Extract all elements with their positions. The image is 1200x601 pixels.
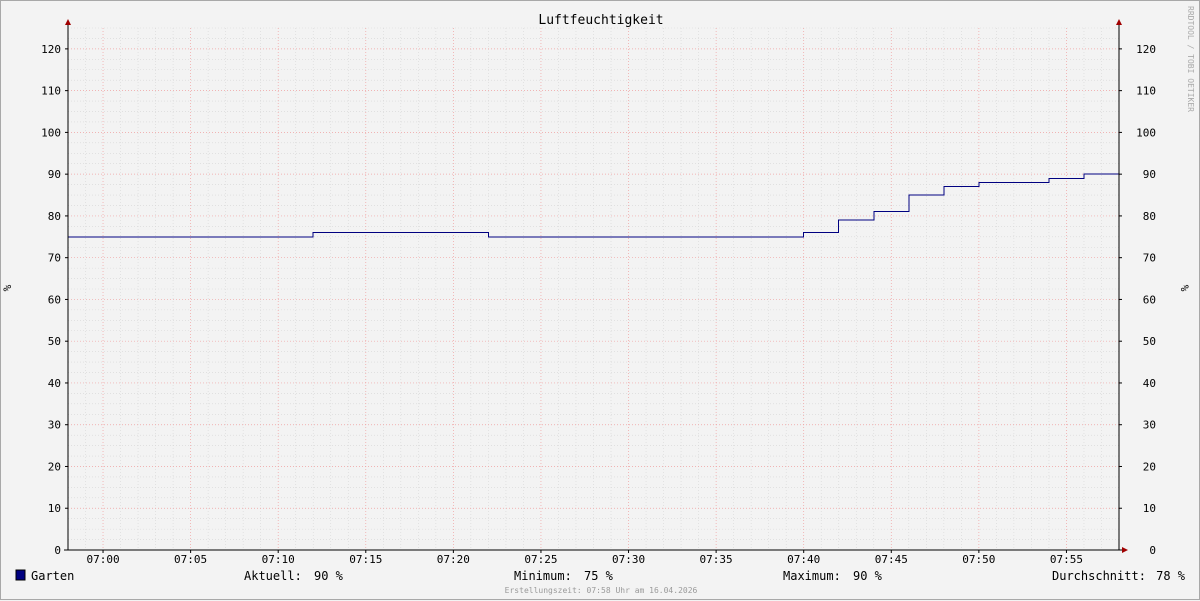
legend-min-label: Minimum: [514,569,572,583]
x-tick-label: 07:20 [437,553,470,566]
y-tick-label-right: 120 [1136,43,1156,56]
y-tick-label-right: 30 [1143,419,1156,432]
legend-avg-value: 78 % [1156,569,1186,583]
y-axis-left-arrow [65,19,71,25]
legend-avg-label: Durchschnitt: [1052,569,1146,583]
y-axis-label-right: % [1178,285,1191,292]
y-tick-label-right: 0 [1149,544,1156,557]
x-tick-label: 07:55 [1050,553,1083,566]
y-tick-label-left: 90 [48,168,61,181]
y-tick-label-left: 10 [48,502,61,515]
y-tick-label-left: 70 [48,252,61,265]
chart-container: Luftfeuchtigkeit RRDTOOL / TOBI OETIKER … [0,0,1200,600]
y-tick-label-left: 110 [41,85,61,98]
y-tick-label-right: 50 [1143,335,1156,348]
y-axis-right-arrow [1116,19,1122,25]
y-tick-label-right: 70 [1143,252,1156,265]
x-axis-arrow [1122,547,1128,553]
axes [64,19,1128,553]
x-tick-label: 07:25 [524,553,557,566]
y-tick-label-right: 60 [1143,293,1156,306]
x-tick-label: 07:45 [875,553,908,566]
y-tick-label-right: 90 [1143,168,1156,181]
y-tick-label-left: 100 [41,126,61,139]
legend-max-value: 90 % [853,569,883,583]
chart-title: Luftfeuchtigkeit [538,13,663,28]
x-tick-label: 07:35 [700,553,733,566]
x-tick-label: 07:40 [787,553,820,566]
x-tick-label: 07:50 [962,553,995,566]
legend-swatch-garten [15,569,26,581]
y-tick-label-right: 40 [1143,377,1156,390]
x-tick-label: 07:15 [349,553,382,566]
y-tick-label-left: 120 [41,43,61,56]
y-tick-label-left: 0 [54,544,61,557]
y-tick-label-right: 80 [1143,210,1156,223]
y-tick-label-right: 110 [1136,85,1156,98]
y-tick-label-left: 40 [48,377,61,390]
y-tick-label-left: 80 [48,210,61,223]
x-tick-label: 07:05 [174,553,207,566]
x-tick-label: 07:10 [262,553,295,566]
y-tick-label-left: 30 [48,419,61,432]
y-tick-label-right: 20 [1143,460,1156,473]
y-tick-label-left: 50 [48,335,61,348]
footer-timestamp: Erstellungszeit: 07:58 Uhr am 16.04.2026 [505,586,698,595]
watermark: RRDTOOL / TOBI OETIKER [1186,6,1195,112]
y-tick-label-left: 60 [48,293,61,306]
y-tick-label-left: 20 [48,460,61,473]
legend-current-label: Aktuell: [244,569,302,583]
minor-grid [68,27,1119,550]
x-tick-label: 07:30 [612,553,645,566]
x-tick-label: 07:00 [86,553,119,566]
legend-series-name: Garten [31,569,74,583]
legend-current-value: 90 % [314,569,344,583]
legend-max-label: Maximum: [783,569,841,583]
y-tick-label-right: 100 [1136,126,1156,139]
y-axis-label-left: % [1,284,14,291]
chart-svg: Luftfeuchtigkeit RRDTOOL / TOBI OETIKER … [1,6,1195,595]
legend-min-value: 75 % [584,569,614,583]
y-tick-label-right: 10 [1143,502,1156,515]
